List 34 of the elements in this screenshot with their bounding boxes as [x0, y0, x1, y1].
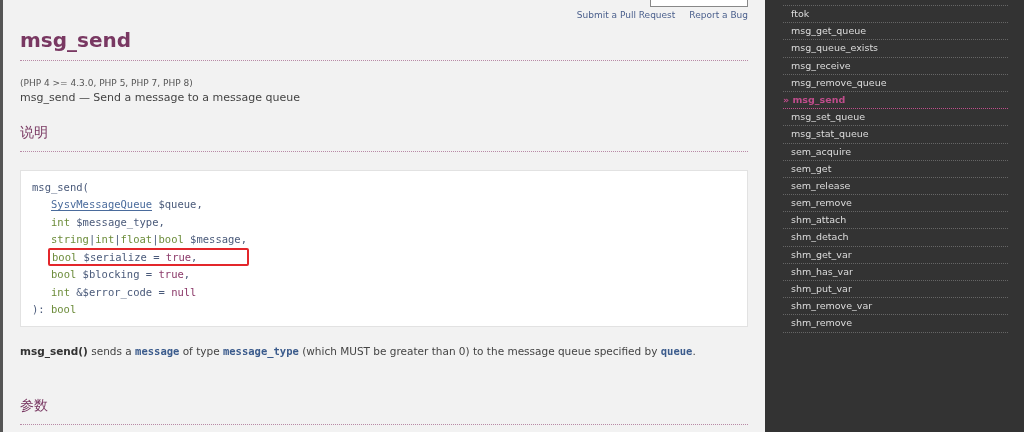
- sidebar-item[interactable]: shm_detach: [783, 229, 1008, 247]
- code-line: bool $blocking = true,: [50, 267, 192, 283]
- sidebar-item[interactable]: msg_stat_queue: [783, 126, 1008, 144]
- sidebar-item[interactable]: shm_attach: [783, 212, 1008, 230]
- sidebar-item[interactable]: msg_get_queue: [783, 23, 1008, 41]
- code-line: int &$error_code = null: [50, 284, 198, 300]
- sidebar-item[interactable]: shm_has_var: [783, 263, 1008, 281]
- sidebar-item[interactable]: shm_put_var: [783, 281, 1008, 299]
- sidebar-item[interactable]: ftok: [783, 6, 1008, 24]
- code-line: string|int|float|bool $message,: [50, 231, 248, 247]
- header-link[interactable]: Submit a Pull Request: [576, 10, 676, 20]
- code-line: int $message_type,: [50, 214, 166, 230]
- sidebar-item[interactable]: sem_release: [783, 177, 1008, 196]
- function-summary: msg_send — Send a message to a message queue: [20, 91, 301, 104]
- code-line: SysvMessageQueue $queue,: [50, 197, 204, 213]
- sidebar-item[interactable]: sem_acquire: [783, 143, 1008, 161]
- code-line: ): bool: [31, 302, 78, 318]
- sidebar-item[interactable]: msg_set_queue: [783, 109, 1008, 127]
- sidebar-item[interactable]: shm_remove_var: [783, 298, 1008, 316]
- section-heading: 参数: [20, 397, 49, 416]
- page-title: msg_send: [20, 28, 133, 52]
- description-text: msg_send() sends a message of type message_type (which MUST be greater than 0) to the message queue specified by queue.: [20, 345, 697, 358]
- sidebar-item[interactable]: sem_remove: [783, 195, 1008, 213]
- section-heading: 说明: [20, 124, 49, 142]
- sidebar-item[interactable]: shm_remove: [783, 315, 1008, 333]
- sidebar-item[interactable]: msg_remove_queue: [783, 74, 1008, 92]
- header-link[interactable]: Report a Bug: [689, 10, 748, 20]
- version-info: (PHP 4 >= 4.3.0, PHP 5, PHP 7, PHP 8): [20, 78, 194, 88]
- sidebar-item[interactable]: msg_queue_exists: [783, 40, 1008, 58]
- sidebar-item[interactable]: shm_get_var: [783, 246, 1008, 264]
- sidebar-item[interactable]: msg_receive: [783, 57, 1008, 75]
- code-line: msg_send(: [31, 180, 90, 195]
- language-select[interactable]: [650, 0, 748, 7]
- sidebar-item[interactable]: sem_get: [783, 160, 1008, 178]
